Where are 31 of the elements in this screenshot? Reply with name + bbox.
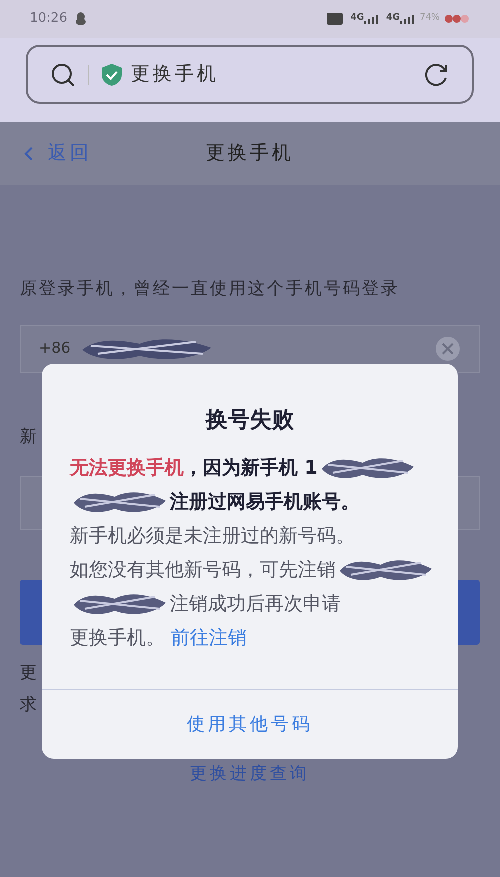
battery-level: 74% xyxy=(420,12,440,26)
clock-time: 10:26 xyxy=(30,10,68,28)
refresh-icon xyxy=(424,62,450,88)
dialog-title: 换号失败 xyxy=(204,407,295,435)
message-text: 新手机必须是未注册过的新号码。 xyxy=(70,524,355,549)
network-type: 4G xyxy=(350,12,364,26)
use-other-number-button[interactable]: 使用其他号码 xyxy=(42,690,458,759)
field-label: 新 xyxy=(20,426,38,448)
message-text: 注销成功后再次申请 xyxy=(170,592,341,617)
search-icon xyxy=(50,62,76,88)
instruction-text: 原登录手机，曾经一直使用这个手机号码登录 xyxy=(20,278,401,301)
signal-icon xyxy=(364,14,378,24)
network-type: 4G xyxy=(386,12,400,26)
message-text: 更换手机。 xyxy=(70,626,165,651)
warning-text: 无法更换手机 xyxy=(70,456,184,481)
deregister-link[interactable]: 前往注销 xyxy=(171,621,247,655)
signal-icon xyxy=(400,14,414,24)
message-text: 如您没有其他新号码，可先注销 xyxy=(70,558,336,583)
address-bar[interactable]: 更换手机 xyxy=(26,45,474,104)
message-text: ，因为新手机 1 xyxy=(184,456,318,481)
message-text: 注册过网易手机账号。 xyxy=(170,490,360,515)
clear-icon xyxy=(435,336,461,362)
back-icon xyxy=(24,146,34,162)
screen-title: 更换手机 xyxy=(206,141,294,166)
country-code: +86 xyxy=(39,338,71,360)
shield-icon xyxy=(101,62,123,86)
note-text: 更 xyxy=(20,662,38,685)
note-text: 求 xyxy=(20,694,38,716)
page-title: 更换手机 xyxy=(131,62,219,88)
penguin-icon xyxy=(75,12,88,26)
battery-icon xyxy=(444,14,470,24)
